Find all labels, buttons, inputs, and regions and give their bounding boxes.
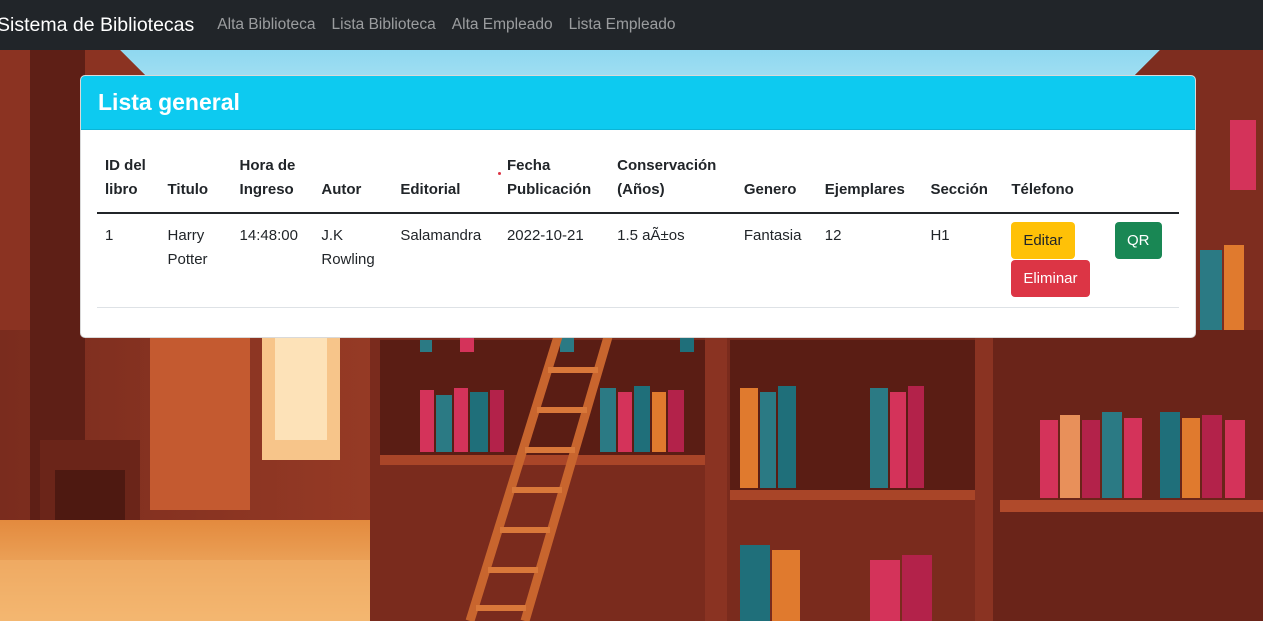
nav-link-alta-biblioteca[interactable]: Alta Biblioteca bbox=[217, 16, 315, 34]
delete-button[interactable]: Eliminar bbox=[1011, 260, 1090, 297]
cell-actions: Editar Eliminar bbox=[1003, 213, 1107, 308]
cell-ejemplares: 12 bbox=[816, 213, 923, 308]
card-header: Lista general bbox=[81, 76, 1195, 130]
table-row: 1 Harry Potter 14:48:00 J.K Rowling Sala… bbox=[97, 213, 1179, 308]
col-header-genero: Genero bbox=[735, 146, 817, 214]
col-header-hora: Hora de Ingreso bbox=[231, 146, 314, 214]
col-header-telefono: Télefono bbox=[1003, 146, 1107, 214]
general-list-card: Lista general ID del libro Titulo Hora de… bbox=[80, 75, 1196, 338]
col-header-conservacion: Conservación (Años) bbox=[609, 146, 736, 214]
table-header-row: ID del libro Titulo Hora de Ingreso Autor … bbox=[97, 146, 1179, 214]
col-header-seccion: Sección bbox=[922, 146, 1004, 214]
cell-hora: 14:48:00 bbox=[231, 213, 314, 308]
top-navbar: Sistema de Bibliotecas Alta Biblioteca L… bbox=[0, 0, 1263, 50]
cell-id: 1 bbox=[97, 213, 160, 308]
nav-link-alta-empleado[interactable]: Alta Empleado bbox=[452, 16, 553, 34]
nav-link-lista-empleado[interactable]: Lista Empleado bbox=[569, 16, 676, 34]
col-header-autor: Autor bbox=[313, 146, 393, 214]
cell-seccion: H1 bbox=[922, 213, 1004, 308]
qr-button[interactable]: QR bbox=[1115, 222, 1162, 259]
col-header-fecha: Fecha Publicación bbox=[498, 146, 610, 214]
col-header-editorial: Editorial bbox=[392, 146, 499, 214]
nav-link-lista-biblioteca[interactable]: Lista Biblioteca bbox=[332, 16, 436, 34]
col-header-id: ID del libro bbox=[97, 146, 160, 214]
red-dot-marker bbox=[498, 172, 501, 175]
cell-editorial: Salamandra bbox=[392, 213, 499, 308]
row-actions: Editar Eliminar bbox=[1011, 222, 1099, 297]
card-title: Lista general bbox=[98, 89, 240, 115]
navbar-brand[interactable]: Sistema de Bibliotecas bbox=[0, 14, 194, 37]
cell-autor: J.K Rowling bbox=[313, 213, 393, 308]
col-header-ejemplares: Ejemplares bbox=[816, 146, 923, 214]
cell-titulo: Harry Potter bbox=[159, 213, 232, 308]
col-header-titulo: Titulo bbox=[159, 146, 232, 214]
cell-qr: QR bbox=[1107, 213, 1179, 308]
col-header-qr bbox=[1107, 146, 1179, 214]
cell-fecha: 2022-10-21 bbox=[498, 213, 610, 308]
cell-conservacion: 1.5 aÃ±os bbox=[609, 213, 736, 308]
cell-genero: Fantasia bbox=[735, 213, 817, 308]
edit-button[interactable]: Editar bbox=[1011, 222, 1075, 259]
books-table: ID del libro Titulo Hora de Ingreso Autor … bbox=[97, 146, 1179, 308]
